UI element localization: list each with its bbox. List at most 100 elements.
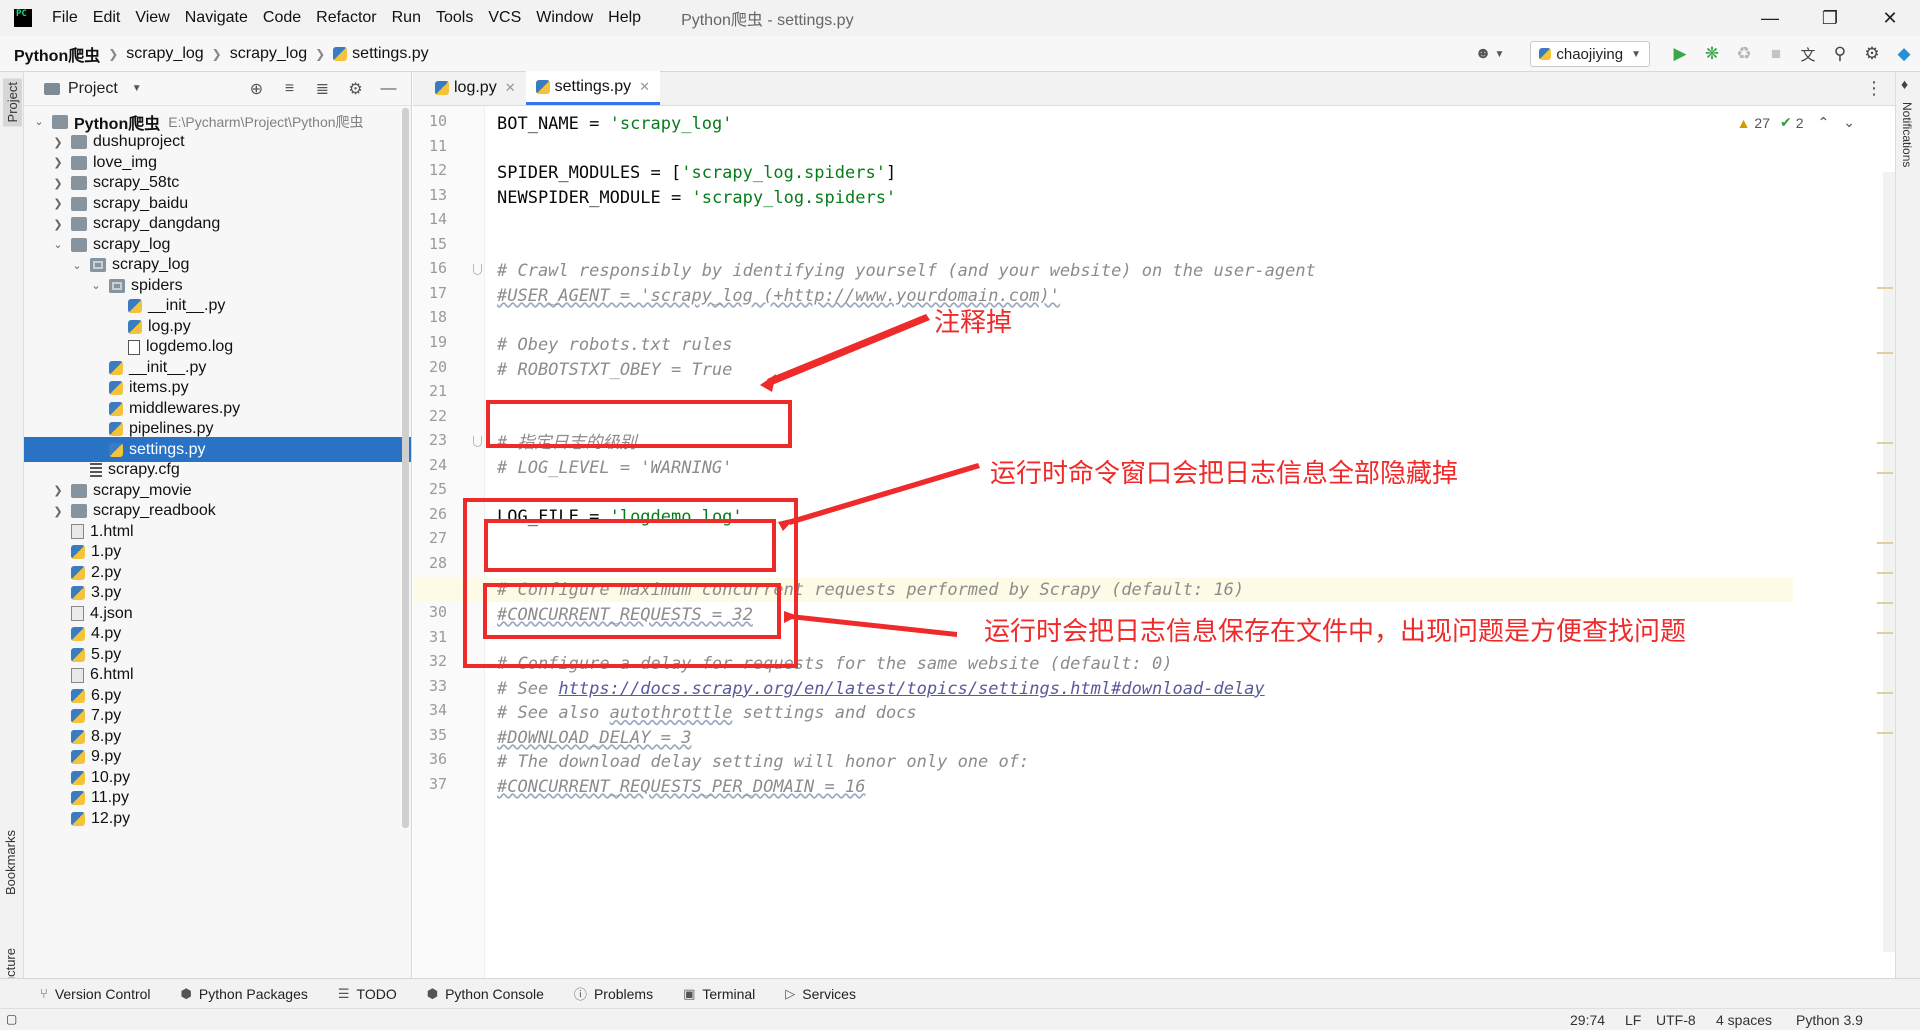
debug-icon[interactable]: ❋ — [1696, 38, 1728, 70]
line-number: 10 — [428, 112, 447, 130]
file-encoding[interactable]: UTF-8 — [1656, 1012, 1696, 1028]
code-line: # Obey robots.txt rules — [497, 333, 732, 357]
menu-run[interactable]: Run — [392, 9, 421, 27]
menu-window[interactable]: Window — [536, 9, 593, 27]
bell-icon[interactable]: ♦ — [1901, 76, 1908, 92]
next-highlight-icon[interactable]: ⌄ — [1843, 114, 1855, 131]
terminal-tool-button[interactable]: ▣ Terminal — [683, 986, 755, 1002]
chevron-right-icon[interactable]: ❯ — [51, 505, 65, 518]
hide-panel-icon[interactable]: — — [372, 80, 405, 98]
previous-highlight-icon[interactable]: ⌃ — [1818, 114, 1830, 131]
chevron-down-icon[interactable]: ⌄ — [89, 279, 103, 292]
warning-stripe-marker[interactable] — [1877, 352, 1893, 354]
close-tab-icon[interactable]: ✕ — [505, 80, 516, 96]
expand-all-icon[interactable]: ≡ — [273, 80, 306, 98]
tab-log-py[interactable]: log.py ✕ — [425, 71, 526, 105]
breadcrumb-item[interactable]: scrapy_log — [126, 45, 203, 63]
jetbrains-toolbox-icon[interactable]: ◆ — [1888, 38, 1920, 70]
code-token: BOT_NAME = — [497, 114, 610, 134]
python-packages-tool-button[interactable]: ⬢ Python Packages — [181, 986, 308, 1002]
notifications-tool-button[interactable]: Notifications — [1900, 102, 1914, 167]
menu-vcs[interactable]: VCS — [488, 9, 521, 27]
run-icon[interactable]: ▶ — [1664, 38, 1696, 70]
restore-icon[interactable]: ❐ — [1800, 0, 1860, 36]
user-menu-button[interactable]: ☻ ▼ — [1475, 45, 1505, 63]
version-control-tool-button[interactable]: ⑂ Version Control — [40, 986, 151, 1002]
layout-icon[interactable]: ▢ — [6, 1012, 17, 1026]
warning-stripe-marker[interactable] — [1877, 732, 1893, 734]
line-number: 23 — [428, 431, 447, 450]
breadcrumb-item[interactable]: settings.py — [352, 45, 428, 63]
tab-label: settings.py — [554, 77, 632, 95]
chevron-right-icon[interactable]: ❯ — [51, 484, 65, 497]
chevron-right-icon[interactable]: ❯ — [51, 197, 65, 210]
locate-file-icon[interactable]: ⊕ — [240, 79, 273, 99]
project-panel-toolbar: ⊕ ≡ ≣ ⚙ — — [240, 72, 405, 106]
coverage-icon[interactable]: ♻ — [1728, 38, 1760, 70]
inspection-widget[interactable]: ▲ 27 ✔ 2 ⌃ ⌄ — [1737, 114, 1855, 131]
code-link[interactable]: https://docs.scrapy.org/en/latest/topics… — [558, 679, 1264, 699]
project-tool-button[interactable]: Project — [3, 78, 22, 127]
chevron-right-icon[interactable]: ❯ — [51, 156, 65, 169]
breadcrumb-item[interactable]: scrapy_log — [230, 45, 307, 63]
close-tab-icon[interactable]: ✕ — [639, 79, 650, 95]
stop-icon[interactable]: ■ — [1760, 38, 1792, 70]
line-number: 37 — [428, 774, 447, 793]
menu-code[interactable]: Code — [263, 9, 301, 27]
caret-position[interactable]: 29:74 — [1570, 1012, 1605, 1028]
python-console-tool-button[interactable]: ⬢ Python Console — [427, 986, 544, 1002]
menu-view[interactable]: View — [135, 9, 169, 27]
close-window-icon[interactable]: ✕ — [1860, 0, 1920, 36]
folder-icon — [52, 114, 68, 129]
collapse-all-icon[interactable]: ≣ — [306, 79, 339, 99]
chevron-down-icon[interactable]: ⌄ — [32, 115, 46, 128]
warning-stripe-marker[interactable] — [1877, 632, 1893, 634]
tree-item[interactable]: 12.py — [24, 806, 411, 831]
problems-tool-button[interactable]: ⓘ Problems — [574, 984, 653, 1003]
services-tool-button[interactable]: ▷ Services — [785, 986, 856, 1002]
line-separator[interactable]: LF — [1625, 1012, 1641, 1028]
tree-item-label: 1.html — [90, 522, 134, 540]
warning-stripe-marker[interactable] — [1877, 442, 1893, 444]
menu-edit[interactable]: Edit — [93, 9, 121, 27]
warning-stripe-marker[interactable] — [1877, 692, 1893, 694]
python-interpreter[interactable]: Python 3.9 — [1796, 1012, 1863, 1028]
chevron-down-icon[interactable]: ▼ — [132, 83, 142, 94]
menu-file[interactable]: File — [52, 9, 78, 27]
chevron-right-icon[interactable]: ❯ — [51, 136, 65, 149]
project-panel-title[interactable]: Project — [68, 80, 118, 98]
translate-icon[interactable]: 文 — [1792, 38, 1824, 70]
warning-stripe-marker[interactable] — [1877, 472, 1893, 474]
indent-setting[interactable]: 4 spaces — [1716, 1012, 1772, 1028]
chevron-right-icon[interactable]: ❯ — [51, 218, 65, 231]
bookmarks-tool-button[interactable]: Bookmarks — [3, 830, 18, 895]
editor-scrollbar[interactable] — [1877, 172, 1895, 952]
chevron-down-icon[interactable]: ⌄ — [51, 238, 65, 251]
search-icon[interactable]: ⚲ — [1824, 38, 1856, 70]
fold-icon[interactable] — [473, 436, 482, 448]
python-file-icon — [535, 79, 550, 94]
menu-help[interactable]: Help — [608, 9, 641, 27]
chevron-right-icon[interactable]: ❯ — [51, 177, 65, 190]
gear-icon[interactable]: ⚙ — [1856, 38, 1888, 70]
fold-icon[interactable] — [473, 264, 482, 276]
code-token: # See also — [497, 703, 610, 724]
project-tree-scrollbar[interactable] — [402, 108, 409, 828]
chevron-down-icon[interactable]: ⌄ — [70, 259, 84, 272]
warning-stripe-marker[interactable] — [1877, 542, 1893, 544]
minimize-icon[interactable]: — — [1740, 0, 1800, 36]
menu-navigate[interactable]: Navigate — [185, 9, 248, 27]
tabs-more-icon[interactable]: ⋮ — [1865, 78, 1883, 99]
right-tool-stripe: ♦ Notifications — [1895, 72, 1920, 978]
tab-settings-py[interactable]: settings.py ✕ — [525, 71, 660, 105]
menu-refactor[interactable]: Refactor — [316, 9, 376, 27]
breadcrumb-item[interactable]: Python爬虫 — [14, 42, 100, 66]
tree-item-label: 6.py — [91, 686, 122, 704]
run-config-selector[interactable]: chaojiying ▼ — [1530, 41, 1650, 67]
todo-tool-button[interactable]: ☰ TODO — [338, 986, 397, 1002]
menu-tools[interactable]: Tools — [436, 9, 473, 27]
gear-icon[interactable]: ⚙ — [339, 79, 372, 99]
warning-stripe-marker[interactable] — [1877, 287, 1893, 289]
warning-stripe-marker[interactable] — [1877, 572, 1893, 574]
warning-stripe-marker[interactable] — [1877, 602, 1893, 604]
